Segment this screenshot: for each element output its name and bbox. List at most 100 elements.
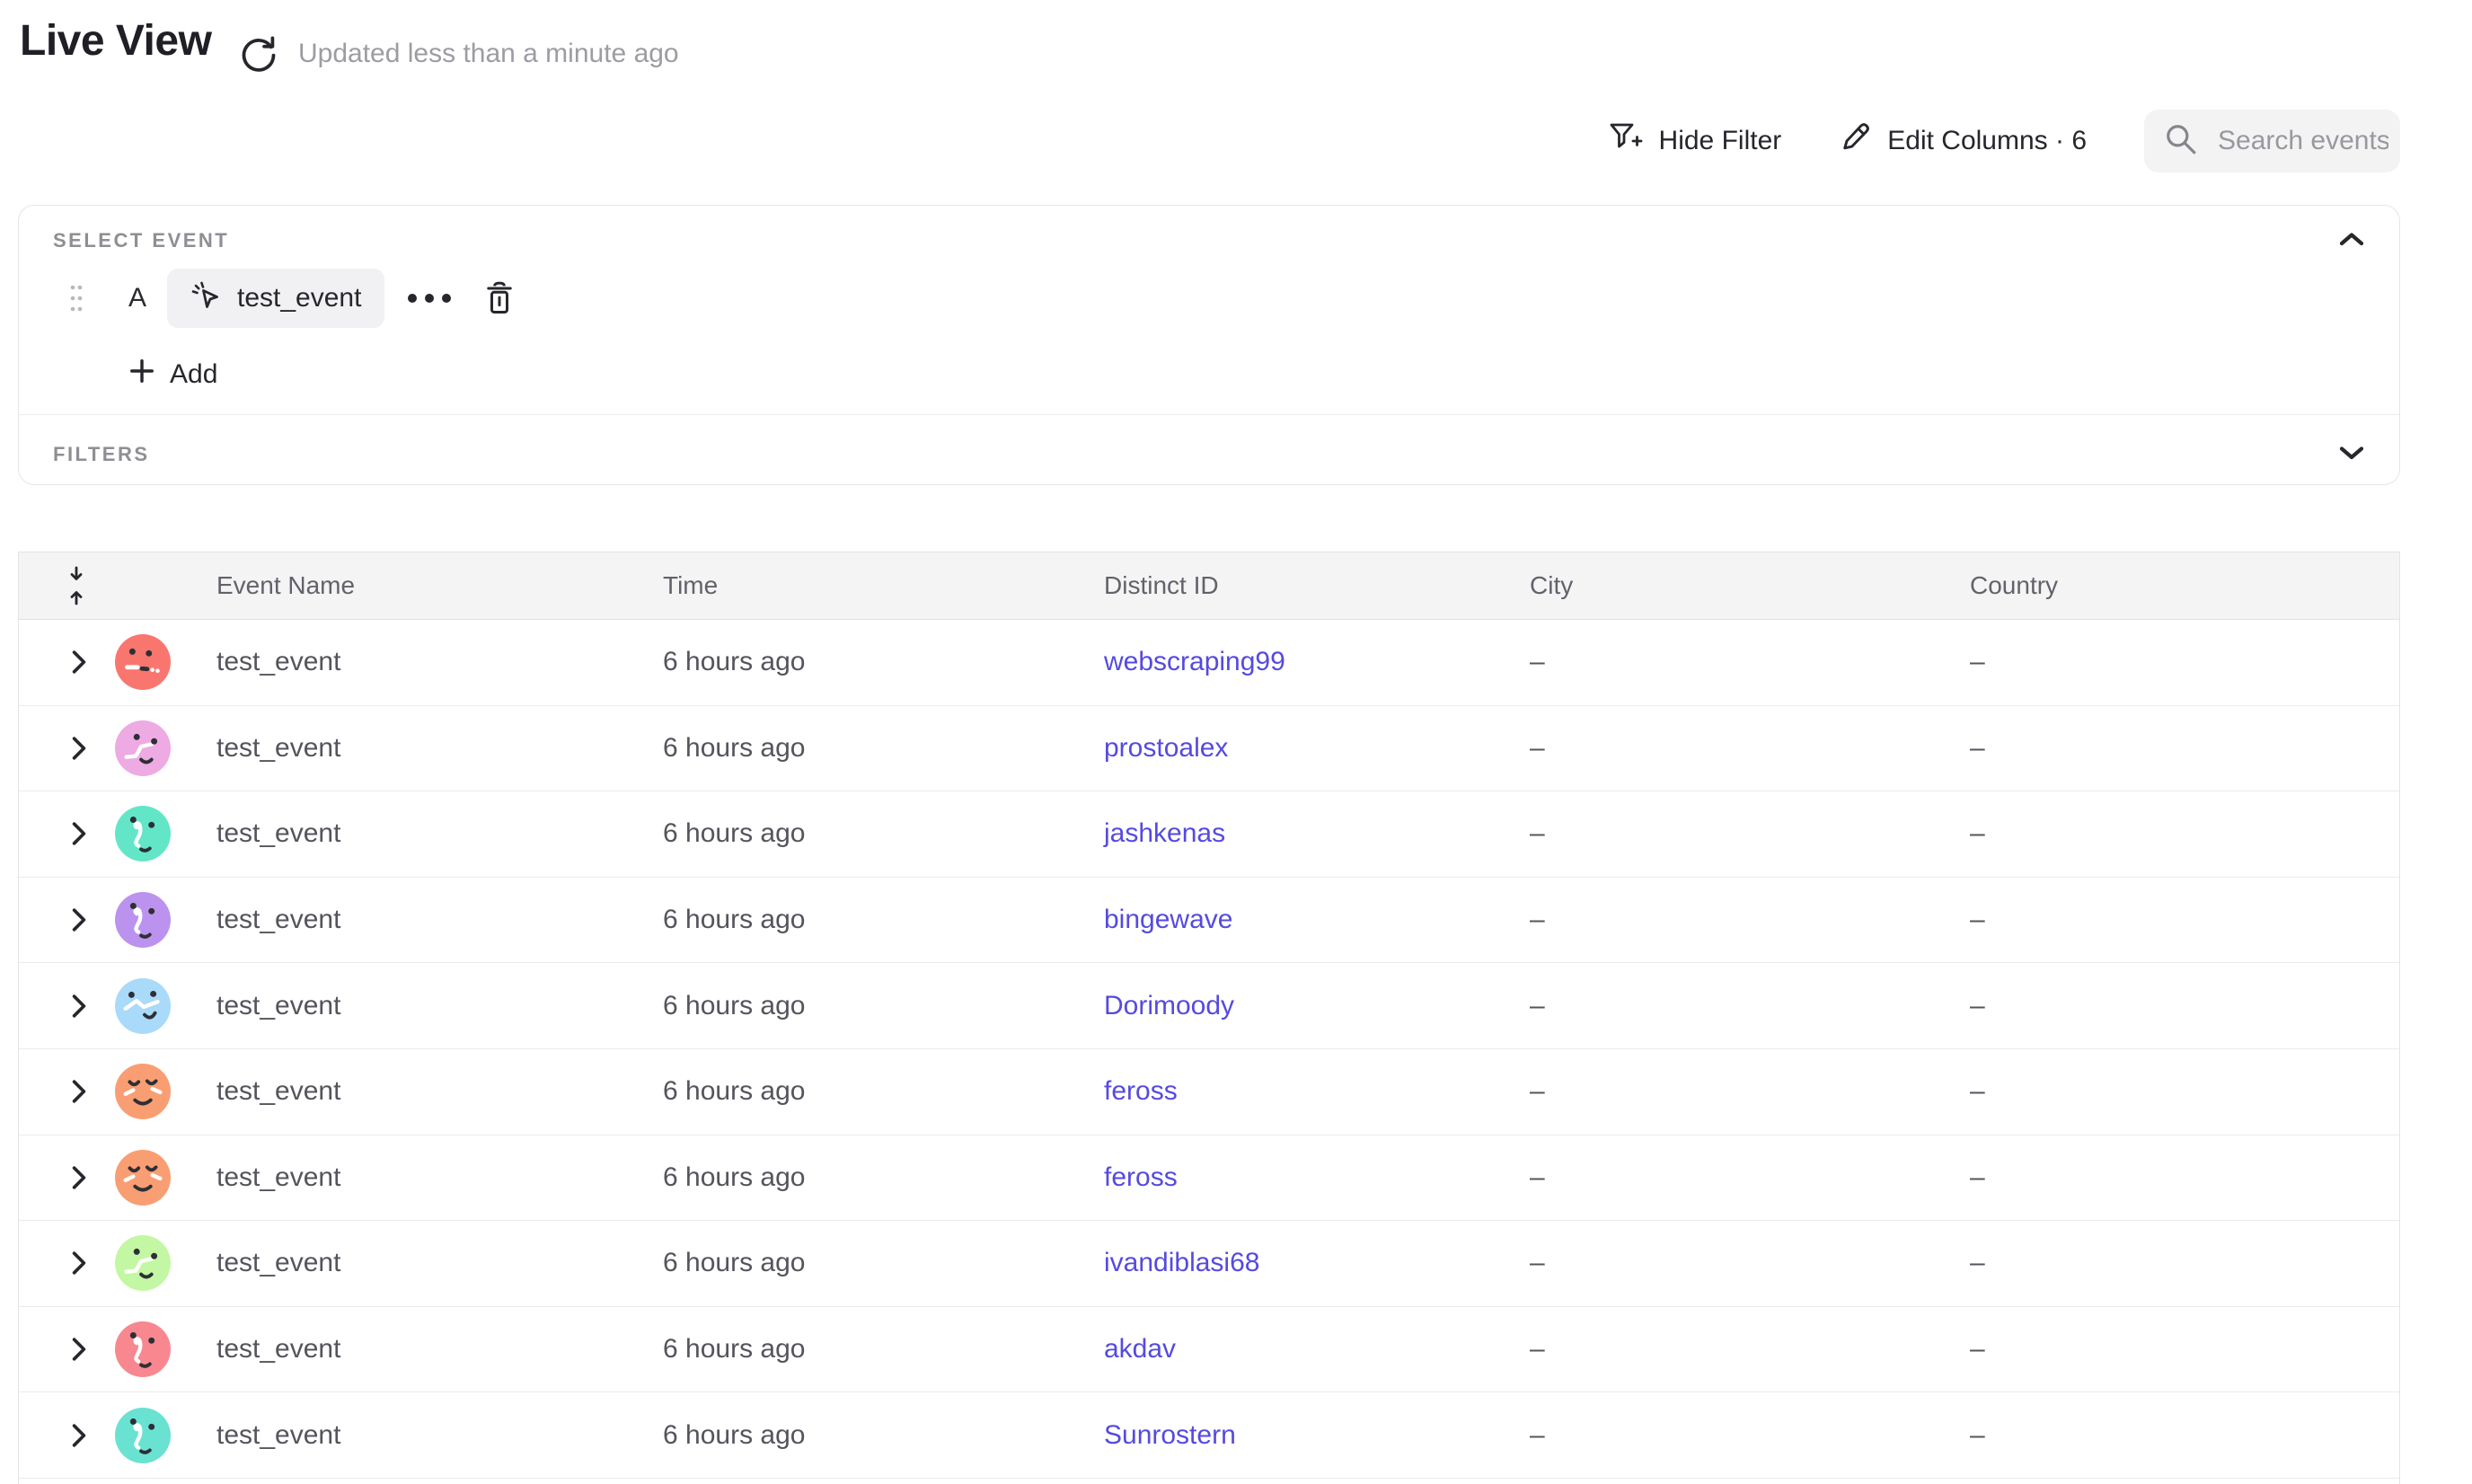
query-builder-panel: SELECT EVENT A test_event Add FILTE bbox=[18, 205, 2400, 485]
edit-columns-button[interactable]: Edit Columns · 6 bbox=[1839, 121, 2087, 161]
column-header-event-name: Event Name bbox=[216, 571, 355, 600]
distinct-id-link[interactable]: akdav bbox=[1104, 1334, 1176, 1365]
add-event-button[interactable]: Add bbox=[128, 349, 217, 400]
column-header-distinct-id: Distinct ID bbox=[1104, 571, 1219, 600]
table-row[interactable]: test_event 6 hours ago bingewave – – bbox=[19, 878, 2399, 964]
more-dots-icon[interactable] bbox=[403, 269, 455, 328]
cell-event-name: test_event bbox=[216, 1076, 340, 1107]
chevron-right-icon[interactable] bbox=[71, 1079, 87, 1104]
table-row[interactable]: test_event 6 hours ago webscraping99 – – bbox=[19, 620, 2399, 706]
avatar-face-icon bbox=[115, 720, 171, 776]
table-row[interactable]: test_event 6 hours ago akdav – – bbox=[19, 1307, 2399, 1393]
chevron-right-icon[interactable] bbox=[71, 1250, 87, 1276]
chevron-right-icon[interactable] bbox=[71, 736, 87, 761]
cell-time: 6 hours ago bbox=[663, 1420, 805, 1451]
avatar bbox=[115, 892, 171, 948]
chevron-right-icon[interactable] bbox=[71, 649, 87, 675]
toolbar: Hide Filter Edit Columns · 6 bbox=[1609, 110, 2400, 172]
events-table: Event Name Time Distinct ID City Country… bbox=[18, 552, 2400, 1484]
cell-event-name: test_event bbox=[216, 991, 340, 1021]
hide-filter-label: Hide Filter bbox=[1659, 126, 1782, 156]
trash-icon[interactable] bbox=[484, 281, 515, 315]
cell-event-name: test_event bbox=[216, 733, 340, 764]
event-chip-label: test_event bbox=[237, 283, 361, 314]
cursor-click-icon bbox=[190, 280, 223, 317]
cell-event-name: test_event bbox=[216, 647, 340, 677]
avatar bbox=[115, 806, 171, 861]
collapse-rows-icon[interactable] bbox=[66, 566, 87, 605]
search-icon bbox=[2164, 122, 2198, 161]
filter-plus-icon bbox=[1609, 121, 1643, 161]
avatar bbox=[115, 1321, 171, 1377]
cell-city: – bbox=[1530, 647, 1545, 677]
distinct-id-link[interactable]: Dorimoody bbox=[1104, 991, 1234, 1021]
avatar bbox=[115, 978, 171, 1034]
search-events-box[interactable] bbox=[2144, 110, 2400, 172]
cell-city: – bbox=[1530, 733, 1545, 764]
cell-event-name: test_event bbox=[216, 1248, 340, 1278]
cell-country: – bbox=[1970, 991, 1985, 1021]
cell-city: – bbox=[1530, 818, 1545, 849]
avatar bbox=[115, 720, 171, 776]
chevron-right-icon[interactable] bbox=[71, 1423, 87, 1448]
distinct-id-link[interactable]: feross bbox=[1104, 1162, 1178, 1193]
refresh-icon[interactable] bbox=[239, 34, 278, 74]
table-row[interactable]: test_event 6 hours ago feross – – bbox=[19, 1135, 2399, 1222]
cell-time: 6 hours ago bbox=[663, 818, 805, 849]
table-row[interactable]: test_event 6 hours ago Sunrostern – – bbox=[19, 1392, 2399, 1479]
avatar-face-icon bbox=[115, 978, 171, 1034]
cell-time: 6 hours ago bbox=[663, 1162, 805, 1193]
avatar bbox=[115, 1150, 171, 1206]
avatar-face-icon bbox=[115, 892, 171, 948]
avatar-face-icon bbox=[115, 1235, 171, 1291]
avatar bbox=[115, 634, 171, 690]
distinct-id-link[interactable]: bingewave bbox=[1104, 905, 1232, 935]
chevron-right-icon[interactable] bbox=[71, 1165, 87, 1190]
cell-time: 6 hours ago bbox=[663, 647, 805, 677]
avatar-face-icon bbox=[115, 1321, 171, 1377]
distinct-id-link[interactable]: Sunrostern bbox=[1104, 1420, 1236, 1451]
hide-filter-button[interactable]: Hide Filter bbox=[1609, 121, 1782, 161]
cell-country: – bbox=[1970, 647, 1985, 677]
chevron-down-icon[interactable] bbox=[2338, 445, 2365, 461]
column-header-time: Time bbox=[663, 571, 718, 600]
cell-event-name: test_event bbox=[216, 905, 340, 935]
table-row[interactable]: test_event 6 hours ago ivandiblasi68 – – bbox=[19, 1221, 2399, 1307]
distinct-id-link[interactable]: ivandiblasi68 bbox=[1104, 1248, 1259, 1278]
avatar bbox=[115, 1408, 171, 1463]
chevron-up-icon[interactable] bbox=[2338, 231, 2365, 247]
cell-city: – bbox=[1530, 1334, 1545, 1365]
table-row[interactable]: test_event 6 hours ago jashkenas – – bbox=[19, 791, 2399, 878]
column-header-city: City bbox=[1530, 571, 1573, 600]
table-row[interactable]: test_event 6 hours ago feross – – bbox=[19, 1049, 2399, 1135]
chevron-right-icon[interactable] bbox=[71, 1337, 87, 1362]
distinct-id-link[interactable]: jashkenas bbox=[1104, 818, 1225, 849]
chevron-right-icon[interactable] bbox=[71, 821, 87, 846]
avatar-face-icon bbox=[115, 1150, 171, 1206]
drag-handle-icon[interactable] bbox=[69, 283, 84, 314]
distinct-id-link[interactable]: feross bbox=[1104, 1076, 1178, 1107]
cell-time: 6 hours ago bbox=[663, 733, 805, 764]
cell-time: 6 hours ago bbox=[663, 1248, 805, 1278]
cell-country: – bbox=[1970, 1420, 1985, 1451]
table-row[interactable]: test_event 6 hours ago prostoalex – – bbox=[19, 706, 2399, 792]
event-letter-label: A bbox=[128, 283, 146, 314]
table-row[interactable]: test_event 6 hours ago Dorimoody – – bbox=[19, 963, 2399, 1049]
event-chip[interactable]: test_event bbox=[167, 269, 384, 328]
avatar bbox=[115, 1235, 171, 1291]
cell-event-name: test_event bbox=[216, 1162, 340, 1193]
distinct-id-link[interactable]: prostoalex bbox=[1104, 733, 1228, 764]
chevron-right-icon[interactable] bbox=[71, 907, 87, 932]
cell-country: – bbox=[1970, 1334, 1985, 1365]
cell-city: – bbox=[1530, 1162, 1545, 1193]
cell-country: – bbox=[1970, 1162, 1985, 1193]
cell-time: 6 hours ago bbox=[663, 991, 805, 1021]
chevron-right-icon[interactable] bbox=[71, 994, 87, 1019]
distinct-id-link[interactable]: webscraping99 bbox=[1104, 647, 1285, 677]
plus-icon bbox=[128, 358, 155, 392]
edit-columns-label: Edit Columns · 6 bbox=[1887, 126, 2087, 156]
table-header: Event Name Time Distinct ID City Country bbox=[19, 552, 2399, 620]
cell-time: 6 hours ago bbox=[663, 905, 805, 935]
filters-label: FILTERS bbox=[53, 443, 150, 466]
search-events-input[interactable] bbox=[2216, 125, 2390, 157]
